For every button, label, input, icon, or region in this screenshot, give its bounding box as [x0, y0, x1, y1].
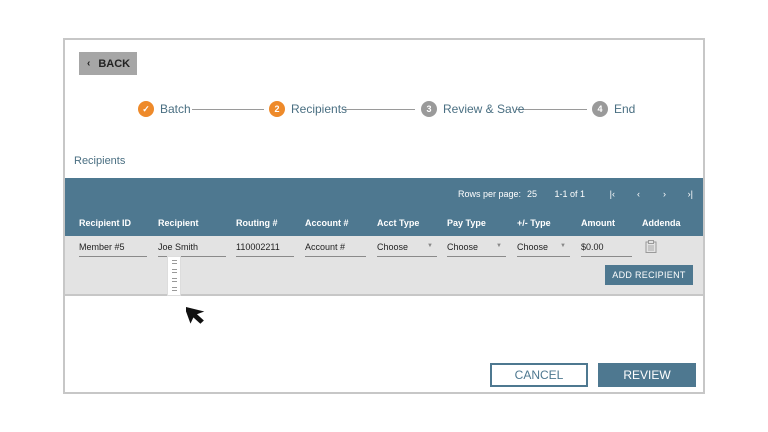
step-end[interactable]: 4 End — [592, 101, 635, 117]
dropdown-option[interactable] — [168, 284, 180, 293]
review-button[interactable]: REVIEW — [598, 363, 696, 387]
account-field[interactable]: Account # — [305, 240, 366, 257]
back-label: BACK — [98, 57, 131, 70]
col-addenda: Addenda — [642, 218, 681, 228]
step-number: 4 — [592, 101, 608, 117]
dropdown-option[interactable] — [168, 257, 180, 266]
step-connector — [192, 109, 264, 110]
progress-stepper: ✓ Batch 2 Recipients 3 Review & Save 4 E… — [65, 101, 703, 119]
col-plusminus-type: +/- Type — [517, 218, 551, 228]
step-label: Recipients — [291, 102, 348, 116]
step-number: 2 — [269, 101, 285, 117]
plusminus-type-select[interactable]: Choose ▼ — [517, 240, 570, 257]
autocomplete-dropdown[interactable] — [167, 256, 181, 296]
step-label: End — [614, 102, 636, 116]
step-number: 3 — [421, 101, 437, 117]
amount-field[interactable]: $0.00 — [581, 240, 632, 257]
recipients-panel: ‹ BACK ✓ Batch 2 Recipients 3 Review & S… — [63, 38, 705, 394]
recipient-id-field[interactable]: Member #5 — [79, 240, 147, 257]
table-row: Member #5 Joe Smith 110002211 Account # … — [65, 236, 703, 296]
last-page-icon[interactable]: ›| — [688, 189, 693, 199]
recipient-field[interactable]: Joe Smith — [158, 240, 226, 257]
routing-field[interactable]: 110002211 — [236, 240, 294, 257]
mouse-cursor-icon — [186, 306, 205, 324]
cancel-button[interactable]: CANCEL — [490, 363, 588, 387]
first-page-icon[interactable]: |‹ — [610, 189, 615, 199]
pagination: Rows per page: 25 1-1 of 1 |‹ ‹ › ›| — [65, 189, 703, 203]
col-pay-type: Pay Type — [447, 218, 486, 228]
dropdown-option[interactable] — [168, 266, 180, 275]
page-range: 1-1 of 1 — [554, 189, 585, 199]
col-recipient-id: Recipient ID — [79, 218, 132, 228]
clipboard-icon[interactable] — [645, 240, 657, 253]
col-recipient: Recipient — [158, 218, 199, 228]
pay-type-select[interactable]: Choose ▼ — [447, 240, 506, 257]
caret-down-icon: ▼ — [427, 243, 433, 249]
pay-type-value: Choose — [447, 242, 479, 252]
col-acct-type: Acct Type — [377, 218, 420, 228]
step-connector — [516, 109, 587, 110]
acct-type-select[interactable]: Choose ▼ — [377, 240, 437, 257]
caret-down-icon: ▼ — [496, 243, 502, 249]
col-amount: Amount — [581, 218, 615, 228]
col-routing: Routing # — [236, 218, 278, 228]
col-account: Account # — [305, 218, 349, 228]
dropdown-option[interactable] — [168, 275, 180, 284]
chevron-right-icon[interactable]: › — [663, 189, 666, 199]
chevron-left-icon[interactable]: ‹ — [637, 189, 640, 199]
section-title: Recipients — [74, 155, 126, 167]
add-recipient-button[interactable]: ADD RECIPIENT — [605, 265, 693, 285]
acct-type-value: Choose — [377, 242, 409, 252]
rows-per-page-label: Rows per page: — [457, 189, 521, 199]
check-icon: ✓ — [138, 101, 154, 117]
back-button[interactable]: ‹ BACK — [79, 52, 137, 75]
step-label: Review & Save — [443, 102, 525, 116]
step-review-save[interactable]: 3 Review & Save — [421, 101, 524, 117]
step-connector — [344, 109, 415, 110]
step-label: Batch — [160, 102, 191, 116]
table-header: Rows per page: 25 1-1 of 1 |‹ ‹ › ›| Rec… — [65, 178, 703, 236]
caret-down-icon: ▼ — [560, 243, 566, 249]
chevron-left-icon: ‹ — [87, 58, 91, 69]
step-recipients[interactable]: 2 Recipients — [269, 101, 347, 117]
rows-per-page-select[interactable]: 25 — [527, 189, 537, 199]
plusminus-type-value: Choose — [517, 242, 549, 252]
step-batch[interactable]: ✓ Batch — [138, 101, 191, 117]
